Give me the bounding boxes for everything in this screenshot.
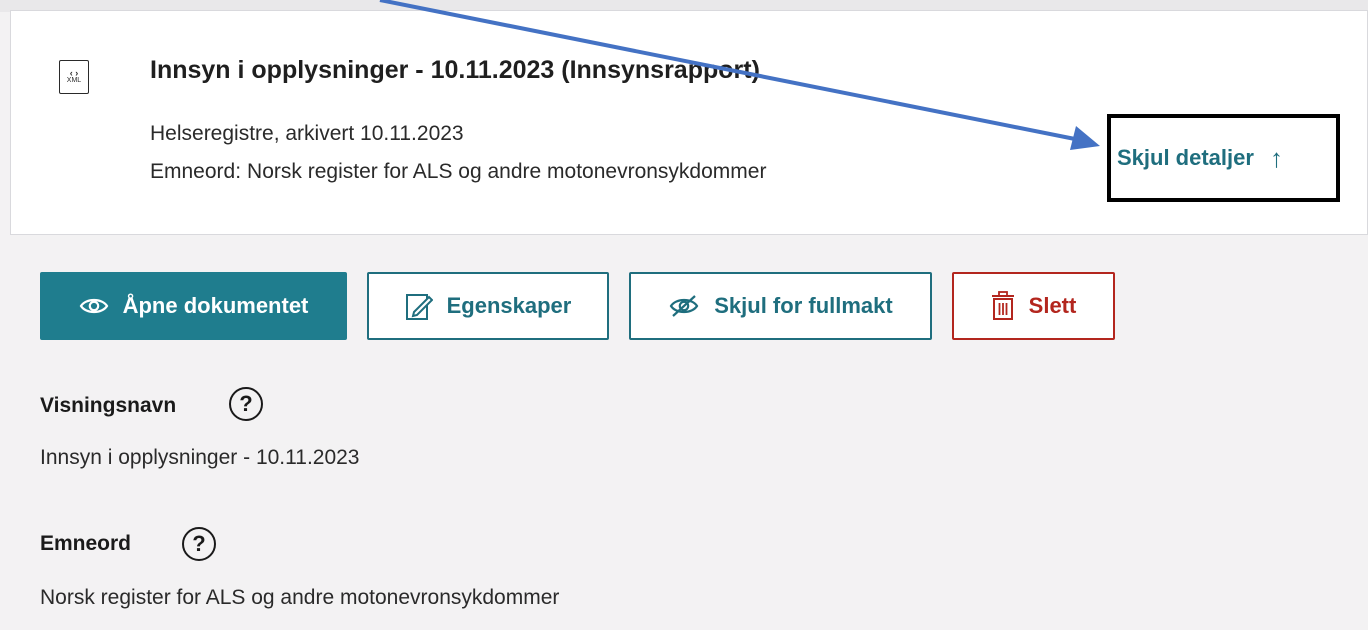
properties-button[interactable]: Egenskaper — [367, 272, 609, 340]
archive-info: Helseregistre, arkivert 10.11.2023 — [150, 122, 464, 145]
display-name-value: Innsyn i opplysninger - 10.11.2023 — [40, 446, 360, 469]
hide-for-proxy-button[interactable]: Skjul for fullmakt — [629, 272, 932, 340]
open-document-label: Åpne dokumentet — [122, 293, 309, 318]
help-icon[interactable]: ? — [182, 527, 216, 561]
document-title: Innsyn i opplysninger - 10.11.2023 (Inns… — [150, 56, 760, 84]
delete-button[interactable]: Slett — [952, 272, 1115, 340]
xml-label: XML — [66, 77, 82, 84]
help-icon[interactable]: ? — [229, 387, 263, 421]
keywords-line: Emneord: Norsk register for ALS og andre … — [150, 160, 766, 184]
keywords-value: Norsk register for ALS og andre motonevr… — [40, 586, 560, 609]
edit-icon — [405, 294, 433, 320]
keywords-label: Emneord — [40, 532, 132, 555]
eye-slash-icon — [669, 295, 699, 317]
display-name-label: Visningsnavn — [40, 394, 177, 417]
delete-label: Slett — [1028, 293, 1077, 318]
keywords-value: Norsk register for ALS og andre motonevr… — [247, 160, 767, 183]
keywords-prefix: Emneord: — [150, 160, 242, 183]
open-document-button[interactable]: Åpne dokumentet — [40, 272, 347, 340]
xml-code-glyph: ‹ › — [69, 68, 79, 78]
hide-for-proxy-label: Skjul for fullmakt — [714, 293, 893, 318]
hide-details-label: Skjul detaljer — [1117, 145, 1254, 170]
chevron-up-icon: ↑ — [1269, 143, 1283, 173]
eye-icon — [79, 298, 108, 314]
hide-details-toggle[interactable]: Skjul detaljer ↑ — [1107, 114, 1340, 202]
trash-icon — [991, 291, 1014, 320]
xml-file-icon: ‹ › XML — [59, 60, 89, 94]
properties-label: Egenskaper — [446, 293, 572, 318]
